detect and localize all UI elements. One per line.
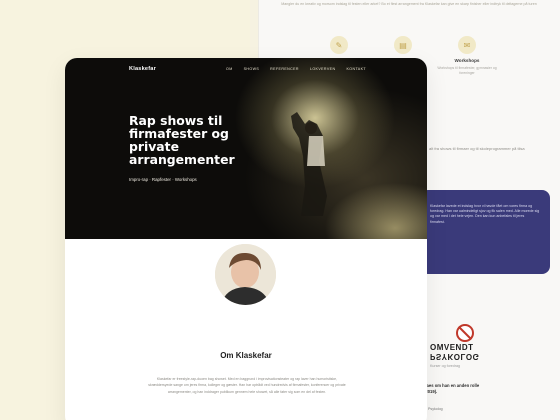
nav-item-om[interactable]: OM xyxy=(226,67,233,71)
badge-caption: Kurser og foredrag xyxy=(430,364,460,368)
testimonial-text: Klaskefar lavede et indslag hvor vi havd… xyxy=(430,204,540,224)
nav-item-kontakt[interactable]: KONTAKT xyxy=(346,67,366,71)
hero-title: Rap shows til firmafester og private arr… xyxy=(129,113,235,167)
no-entry-icon xyxy=(456,324,474,342)
avatar xyxy=(215,244,276,305)
feature-document: ▤ xyxy=(368,36,438,58)
background-intro-text: Mangler du en kreativ og morsom indslag … xyxy=(281,2,537,6)
nav-item-lokverven[interactable]: LOKVERVEN xyxy=(310,67,336,71)
performer-image xyxy=(291,112,327,216)
feature-mic: ✎ xyxy=(304,36,374,58)
mic-icon: ✎ xyxy=(330,36,348,54)
hero-subtitle: Impro-rap · Rapfester · Workshops xyxy=(129,177,197,182)
feature-desc: Workshops til firmafester, gymnasier og … xyxy=(437,66,497,75)
website-card: Klaskefar OM SHOWS REFERENCER LOKVERVEN … xyxy=(65,58,427,420)
hero-section: Klaskefar OM SHOWS REFERENCER LOKVERVEN … xyxy=(65,58,427,239)
testimonial-box xyxy=(420,190,550,274)
feature-title: Workshops xyxy=(454,58,480,63)
site-logo[interactable]: Klaskefar xyxy=(129,66,156,72)
nav-item-shows[interactable]: SHOWS xyxy=(244,67,260,71)
badge-word-mirrored: PSYKOLOG xyxy=(430,352,480,361)
background-side-text: alt fra shows til firmaer og til skolepr… xyxy=(429,146,525,151)
feature-workshops: ✉ Workshops Workshops til firmafester, g… xyxy=(432,36,502,75)
nav-item-referencer[interactable]: REFERENCER xyxy=(270,67,299,71)
about-text: Klaskefar er freestyle-rap-duoen bag sho… xyxy=(148,377,346,394)
badge-word-top: OMVENDT xyxy=(430,343,474,352)
about-title: Om Klaskefar xyxy=(220,351,272,360)
main-nav: OM SHOWS REFERENCER LOKVERVEN KONTAKT xyxy=(226,67,366,71)
badge-footnote: Laes om han en anden rolle (2019). xyxy=(424,383,480,394)
chat-icon: ✉ xyxy=(458,36,476,54)
document-icon: ▤ xyxy=(394,36,412,54)
